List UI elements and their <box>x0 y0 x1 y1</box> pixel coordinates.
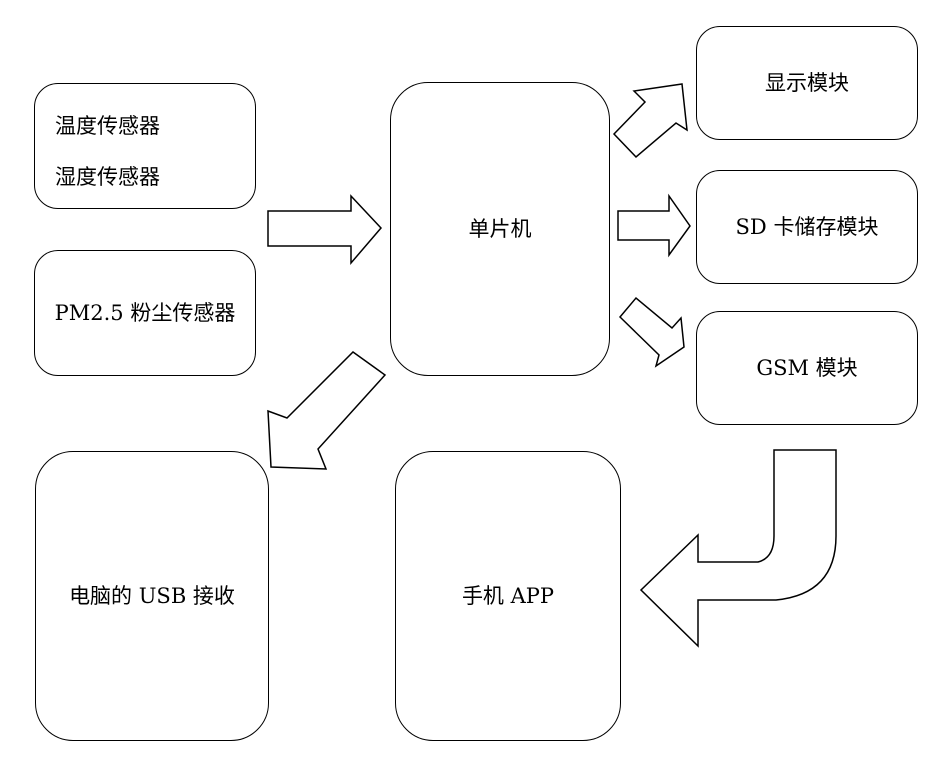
sd-storage-module-box: SD 卡储存模块 <box>696 170 918 284</box>
display-module-label: 显示模块 <box>765 70 849 95</box>
sd-storage-module-label: SD 卡储存模块 <box>735 214 879 239</box>
phone-app-label: 手机 APP <box>461 583 555 608</box>
temperature-sensor-label: 温度传感器 <box>55 114 160 138</box>
mcu-box: 单片机 <box>390 82 610 376</box>
arrow-gsm-to-phone <box>639 449 837 648</box>
humidity-sensor-label: 湿度传感器 <box>55 165 160 189</box>
arrow-mcu-to-gsm <box>618 296 685 368</box>
mcu-label: 单片机 <box>468 216 532 241</box>
pm25-sensor-box: PM2.5 粉尘传感器 <box>34 250 256 376</box>
pc-usb-receiver-label: 电脑的 USB 接收 <box>69 583 235 608</box>
gsm-module-label: GSM 模块 <box>756 355 858 380</box>
arrow-mcu-to-sd <box>617 193 691 258</box>
arrow-mcu-to-pc <box>267 351 387 470</box>
gsm-module-box: GSM 模块 <box>696 311 918 425</box>
arrow-mcu-to-display <box>612 83 688 159</box>
pc-usb-receiver-box: 电脑的 USB 接收 <box>35 451 269 741</box>
arrow-sensors-to-mcu <box>267 194 383 266</box>
pm25-sensor-label: PM2.5 粉尘传感器 <box>54 300 236 325</box>
phone-app-box: 手机 APP <box>395 451 621 741</box>
display-module-box: 显示模块 <box>696 26 918 140</box>
